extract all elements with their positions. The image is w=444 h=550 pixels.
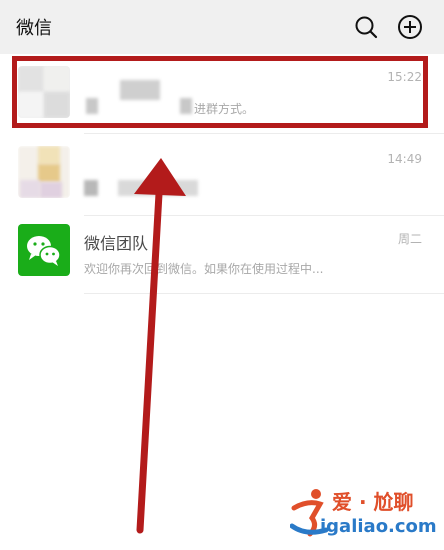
chat-list-item[interactable]: 14:49 [0,138,444,216]
blurred-preview [118,180,198,196]
chat-name: 微信团队 [84,234,149,253]
watermark-logo: 爱 · 尬聊 igaliao.com [290,486,440,544]
app-title: 微信 [16,18,52,39]
wechat-bubbles-icon [27,236,61,266]
highlight-box [12,56,428,128]
wechat-logo [18,224,70,276]
row-divider [84,293,444,294]
wechat-chat-list-screen: 微信 15:22 进群方式。 14:49 微信团队 周二 欢迎你再次回到微信。如… [0,0,444,550]
watermark-top-text: 爱 · 尬聊 [332,490,414,514]
plus-circle-icon[interactable] [397,14,423,40]
chat-preview: 欢迎你再次回到微信。如果你在使用过程中... [84,262,324,276]
top-bar: 微信 [0,0,444,54]
chat-time: 周二 [397,232,422,246]
blurred-preview [84,180,98,196]
chat-list-item[interactable]: 微信团队 周二 欢迎你再次回到微信。如果你在使用过程中... [0,216,444,294]
chat-time: 14:49 [387,152,422,166]
watermark-url: igaliao.com [320,516,437,537]
search-icon[interactable] [353,14,379,40]
group-avatar [18,146,70,198]
row-divider [84,133,444,134]
